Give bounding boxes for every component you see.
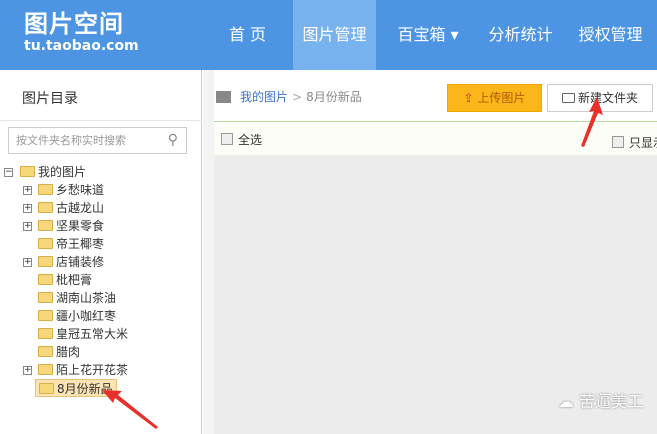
expand-icon[interactable]: + bbox=[23, 366, 32, 375]
breadcrumb-root[interactable]: 我的图片 bbox=[240, 90, 288, 104]
watermark-text: 苦逼美工 bbox=[578, 392, 643, 411]
folder-label: 帝王椰枣 bbox=[56, 237, 105, 251]
folder-label: 皇冠五常大米 bbox=[56, 327, 129, 341]
folder-icon bbox=[38, 346, 53, 357]
tree-folder-item[interactable]: 店铺装修 bbox=[38, 253, 104, 271]
sidebar: 图片目录 按文件夹名称实时搜索 ⚲ − 我的图片 + 乡愁味道 + 古越龙山 + 坚果零食帝… bbox=[0, 70, 202, 434]
tree-folder-item[interactable]: 乡愁味道 bbox=[38, 181, 104, 199]
only-show-checkbox[interactable] bbox=[612, 136, 624, 148]
nav-authorization[interactable]: 授权管理 bbox=[568, 0, 653, 70]
folder-label: 坚果零食 bbox=[56, 219, 105, 233]
folder-icon bbox=[39, 383, 54, 394]
select-all-label: 全选 bbox=[238, 133, 263, 147]
tree-folder-item[interactable]: 古越龙山 bbox=[38, 199, 104, 217]
new-folder-label: 新建文件夹 bbox=[577, 91, 638, 105]
nav-image-manage[interactable]: 图片管理 bbox=[293, 0, 376, 70]
tree-folder-item[interactable]: 皇冠五常大米 bbox=[38, 325, 128, 343]
folder-icon bbox=[38, 328, 53, 339]
nav-analytics[interactable]: 分析统计 bbox=[478, 0, 563, 70]
tree-folder-item[interactable]: 8月份新品 bbox=[35, 379, 117, 397]
breadcrumb: 我的图片 >8月份新品 bbox=[216, 90, 362, 104]
folder-label: 枇杷膏 bbox=[56, 273, 93, 287]
search-icon[interactable]: ⚲ bbox=[168, 128, 178, 153]
tree-folder-item[interactable]: 腊肉 bbox=[38, 343, 80, 361]
main-panel: 我的图片 >8月份新品 ⇪ 上传图片 新建文件夹 全选 只显示 bbox=[214, 70, 657, 434]
collapse-icon[interactable]: − bbox=[4, 168, 13, 177]
folder-icon bbox=[38, 274, 53, 285]
new-folder-icon bbox=[561, 93, 575, 103]
selection-bar: 全选 只显示 bbox=[214, 121, 657, 155]
tree-root-label: 我的图片 bbox=[38, 165, 87, 179]
sidebar-title: 图片目录 bbox=[22, 91, 78, 107]
folder-label: 陌上花开花茶 bbox=[56, 363, 129, 377]
folder-icon bbox=[38, 256, 53, 267]
folder-icon bbox=[38, 310, 53, 321]
nav-home[interactable]: 首 页 bbox=[205, 0, 290, 70]
upload-icon: ⇪ bbox=[463, 91, 478, 105]
folder-icon bbox=[38, 364, 53, 375]
new-folder-button[interactable]: 新建文件夹 bbox=[547, 84, 653, 112]
logo[interactable]: 图片空间 tu.taobao.com bbox=[24, 10, 139, 54]
search-placeholder: 按文件夹名称实时搜索 bbox=[16, 134, 126, 147]
watermark: ☁ 苦逼美工 bbox=[558, 388, 643, 412]
tree-folder-item[interactable]: 疆小咖红枣 bbox=[38, 307, 116, 325]
upload-label: 上传图片 bbox=[477, 91, 526, 105]
tree-folder-item[interactable]: 坚果零食 bbox=[38, 217, 104, 235]
tree-folder-item[interactable]: 陌上花开花茶 bbox=[38, 361, 128, 379]
logo-title: 图片空间 bbox=[24, 10, 124, 38]
folder-label: 8月份新品 bbox=[57, 382, 113, 396]
wechat-icon: ☁ bbox=[557, 392, 579, 411]
folder-icon bbox=[38, 184, 53, 195]
folder-icon bbox=[38, 292, 53, 303]
folder-icon bbox=[38, 238, 53, 249]
expand-icon[interactable]: + bbox=[23, 222, 32, 231]
breadcrumb-current: 8月份新品 bbox=[306, 90, 362, 104]
splitter[interactable] bbox=[203, 70, 214, 434]
breadcrumb-separator: > bbox=[292, 90, 303, 104]
folder-label: 乡愁味道 bbox=[56, 183, 105, 197]
upload-button[interactable]: ⇪ 上传图片 bbox=[447, 84, 542, 112]
expand-icon[interactable]: + bbox=[23, 186, 32, 195]
folder-label: 店铺装修 bbox=[56, 255, 105, 269]
folder-icon bbox=[20, 166, 35, 177]
folder-label: 古越龙山 bbox=[56, 201, 105, 215]
image-icon bbox=[216, 91, 231, 103]
folder-label: 疆小咖红枣 bbox=[56, 309, 117, 323]
folder-icon bbox=[38, 202, 53, 213]
tree-folder-item[interactable]: 帝王椰枣 bbox=[38, 235, 104, 253]
nav-toolbox[interactable]: 百宝箱 ▾ bbox=[383, 0, 473, 70]
folder-label: 湖南山茶油 bbox=[56, 291, 117, 305]
tree-folder-item[interactable]: 湖南山茶油 bbox=[38, 289, 116, 307]
expand-icon[interactable]: + bbox=[23, 204, 32, 213]
top-header: 图片空间 tu.taobao.com 首 页 图片管理 百宝箱 ▾ 分析统计 授… bbox=[0, 0, 657, 70]
folder-icon bbox=[38, 220, 53, 231]
expand-icon[interactable]: + bbox=[23, 258, 32, 267]
tree-folder-item[interactable]: 枇杷膏 bbox=[38, 271, 92, 289]
select-all-checkbox[interactable] bbox=[221, 133, 233, 145]
tree-root[interactable]: 我的图片 bbox=[20, 163, 86, 181]
logo-url: tu.taobao.com bbox=[24, 38, 139, 54]
only-show-label: 只显示 bbox=[629, 136, 657, 150]
divider bbox=[0, 120, 202, 121]
folder-search-input[interactable]: 按文件夹名称实时搜索 ⚲ bbox=[8, 127, 187, 154]
folder-label: 腊肉 bbox=[56, 345, 81, 359]
